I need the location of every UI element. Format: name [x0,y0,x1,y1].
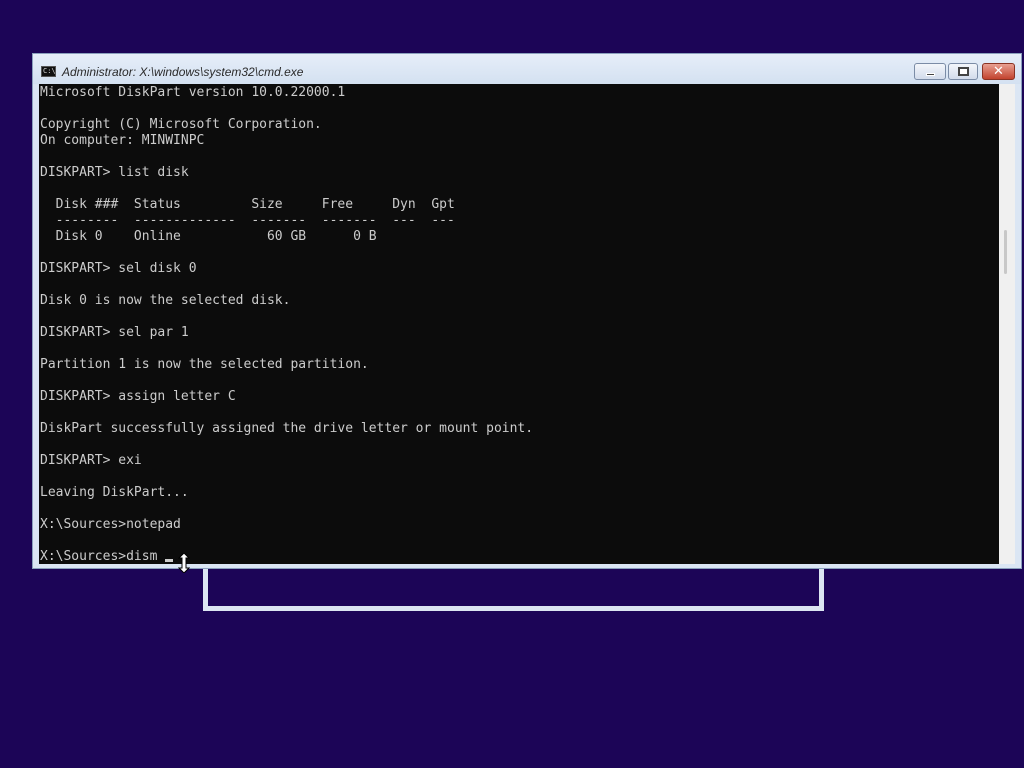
command-input-text[interactable]: X:\Sources>dism [40,549,157,564]
close-button[interactable]: ✕ [982,63,1015,80]
console-line: Disk 0 Online 60 GB 0 B [40,229,377,244]
console-line: -------- ------------- ------- ------- -… [40,213,455,228]
vertical-scrollbar[interactable] [999,84,1015,564]
console-line: On computer: MINWINPC [40,133,205,148]
console-line: X:\Sources>notepad [40,517,181,532]
console-line: Disk ### Status Size Free Dyn Gpt [40,197,455,212]
console-line: Leaving DiskPart... [40,485,189,500]
window-title: Administrator: X:\windows\system32\cmd.e… [62,65,304,79]
text-cursor [165,559,174,562]
console-line: Copyright (C) Microsoft Corporation. [40,117,322,132]
console-line: Disk 0 is now the selected disk. [40,293,291,308]
console-output[interactable]: Microsoft DiskPart version 10.0.22000.1 … [39,84,999,564]
console-lines: Microsoft DiskPart version 10.0.22000.1 … [40,85,533,564]
resize-cursor-icon [178,553,190,573]
setup-dialog-behind [203,566,824,611]
cmd-window[interactable]: C:\ Administrator: X:\windows\system32\c… [32,53,1022,569]
cmd-icon: C:\ [41,66,56,77]
minimize-button[interactable] [914,63,946,80]
scrollbar-thumb[interactable] [1004,230,1007,274]
console-line: DISKPART> sel par 1 [40,325,189,340]
close-icon: ✕ [993,64,1004,79]
maximize-icon [958,67,969,76]
command-input-line[interactable]: X:\Sources>dism [40,549,533,564]
minimize-icon [926,73,935,76]
console-line: DISKPART> list disk [40,165,189,180]
maximize-button[interactable] [948,63,978,80]
desktop-background: C:\ Administrator: X:\windows\system32\c… [0,0,1024,768]
console-line: Partition 1 is now the selected partitio… [40,357,369,372]
console-line: DISKPART> exi [40,453,142,468]
title-bar[interactable]: C:\ Administrator: X:\windows\system32\c… [33,54,1021,84]
console-line: DiskPart successfully assigned the drive… [40,421,534,436]
console-line: DISKPART> sel disk 0 [40,261,197,276]
console-line: DISKPART> assign letter C [40,389,236,404]
console-line: Microsoft DiskPart version 10.0.22000.1 [40,85,346,100]
